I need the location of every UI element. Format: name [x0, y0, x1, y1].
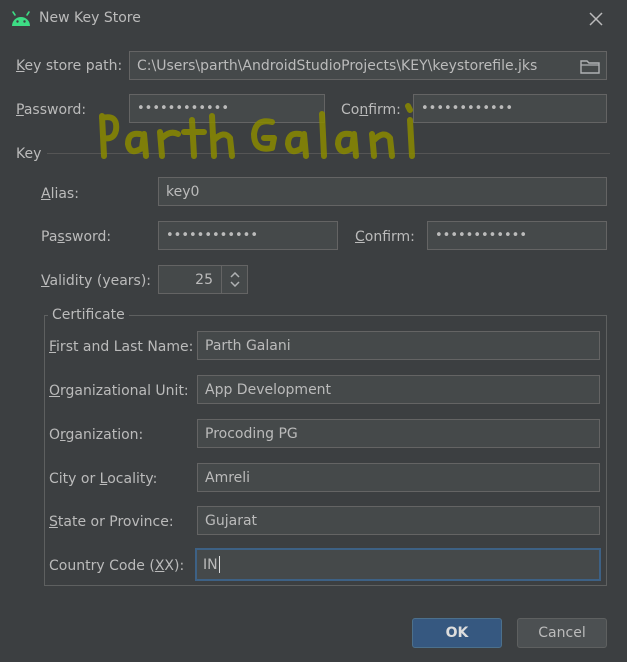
keystore-password-label: Password: [16, 102, 87, 118]
cert-name-field[interactable]: Parth Galani [197, 331, 600, 360]
key-section-separator [47, 153, 610, 154]
alias-label: Alias: [41, 186, 79, 202]
cert-country-value: IN [203, 556, 218, 573]
key-confirm-label: Confirm: [355, 229, 415, 245]
close-icon[interactable] [583, 6, 609, 32]
keystore-path-value: C:\Users\parth\AndroidStudioProjects\KEY… [137, 57, 538, 74]
alias-field[interactable]: key0 [158, 177, 607, 206]
chevron-down-icon[interactable] [229, 281, 240, 287]
cert-name-label: First and Last Name: [49, 339, 194, 355]
validity-spinner[interactable]: 25 [158, 265, 248, 294]
cert-city-label: City or Locality: [49, 471, 158, 487]
keystore-confirm-label: Confirm: [341, 102, 401, 118]
validity-label: Validity (years): [41, 273, 152, 289]
cert-city-field[interactable]: Amreli [197, 463, 600, 492]
folder-icon[interactable] [580, 56, 600, 76]
keystore-path-field[interactable]: C:\Users\parth\AndroidStudioProjects\KEY… [129, 51, 607, 80]
keystore-path-label: Key store path: [16, 58, 123, 74]
cert-country-field[interactable]: IN [195, 548, 601, 581]
ok-button[interactable]: OK [412, 618, 502, 648]
chevron-up-icon[interactable] [229, 272, 240, 278]
android-icon [10, 9, 32, 29]
keystore-password-field[interactable]: •••••••••••• [129, 94, 325, 123]
cert-org-unit-label: Organizational Unit: [49, 383, 189, 399]
text-caret [218, 556, 220, 573]
key-section-label: Key [16, 146, 42, 162]
cert-org-field[interactable]: Procoding PG [197, 419, 600, 448]
cert-state-field[interactable]: Gujarat [197, 506, 600, 535]
validity-value: 25 [195, 271, 213, 288]
spinner-arrows[interactable] [221, 266, 247, 293]
window-title: New Key Store [39, 10, 141, 26]
cert-country-label: Country Code (XX): [49, 558, 185, 574]
cert-org-unit-field[interactable]: App Development [197, 375, 600, 404]
key-confirm-field[interactable]: •••••••••••• [427, 221, 607, 250]
key-password-label: Password: [41, 229, 112, 245]
keystore-confirm-field[interactable]: •••••••••••• [413, 94, 607, 123]
cancel-button[interactable]: Cancel [517, 618, 607, 648]
close-button[interactable] [583, 6, 609, 32]
title-bar: New Key Store [0, 0, 627, 38]
cert-state-label: State or Province: [49, 514, 174, 530]
certificate-title: Certificate [48, 307, 129, 323]
cert-org-label: Organization: [49, 427, 144, 443]
key-password-field[interactable]: •••••••••••• [158, 221, 338, 250]
